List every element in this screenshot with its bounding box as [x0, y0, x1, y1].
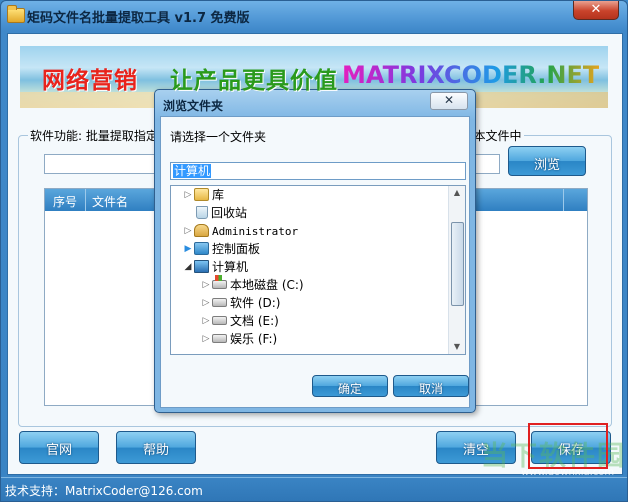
dialog-close-button[interactable]: ✕	[430, 92, 468, 110]
column-divider[interactable]	[563, 189, 564, 211]
expand-arrow-icon[interactable]: ▷	[201, 312, 211, 330]
column-header-filename[interactable]: 文件名	[92, 193, 128, 210]
banner-slogan-part1: 网络营销	[42, 68, 138, 94]
folder-path-field[interactable]: 计算机	[170, 162, 466, 180]
control-panel-icon	[194, 242, 209, 255]
tree-item-label: 计算机	[212, 260, 249, 274]
website-button[interactable]: 官网	[19, 431, 99, 464]
tree-item-label: Administrator	[212, 225, 299, 238]
app-folder-icon	[7, 5, 25, 23]
dialog-ok-button[interactable]: 确定	[312, 375, 388, 397]
tree-item-administrator[interactable]: ▷ Administrator	[183, 222, 298, 240]
drive-icon	[212, 316, 227, 325]
browse-folder-dialog: 浏览文件夹 ✕ 请选择一个文件夹 计算机 ▷ 库 回收站 ▷ Administrat…	[154, 89, 476, 413]
scroll-thumb[interactable]	[451, 222, 464, 306]
folder-path-selected-text: 计算机	[173, 164, 212, 178]
tree-item-label: 软件 (D:)	[230, 296, 281, 310]
save-highlight-box	[528, 423, 608, 469]
system-drive-icon	[212, 275, 227, 289]
tree-scrollbar[interactable]: ▲ ▼	[448, 186, 465, 354]
expand-arrow-icon[interactable]: ▷	[201, 330, 211, 348]
window-close-button[interactable]: ✕	[573, 1, 619, 20]
dialog-prompt: 请选择一个文件夹	[170, 130, 267, 144]
status-bar: 技术支持：MatrixCoder@126.com	[1, 477, 627, 501]
banner-slogan-part2: 让产品更具价值	[170, 68, 339, 94]
tree-item-drive-d[interactable]: ▷ 软件 (D:)	[201, 294, 281, 312]
tree-item-drive-f[interactable]: ▷ 娱乐 (F:)	[201, 330, 278, 348]
expand-arrow-icon[interactable]: ▷	[201, 276, 211, 294]
expand-arrow-icon[interactable]: ▷	[201, 294, 211, 312]
user-folder-icon	[194, 224, 209, 237]
tree-item-label: 文档 (E:)	[230, 314, 279, 328]
tree-item-recycle-bin[interactable]: 回收站	[183, 204, 247, 222]
scroll-up-arrow-icon[interactable]: ▲	[449, 186, 465, 200]
recycle-bin-icon	[196, 206, 208, 219]
tree-item-label: 回收站	[211, 206, 248, 220]
drive-icon	[212, 334, 227, 343]
dialog-cancel-label: 取消	[418, 382, 443, 396]
browse-button-label: 浏览	[533, 158, 560, 173]
banner-site-name: MATRIXCODER.NET	[342, 61, 600, 89]
title-bar[interactable]: 矩码文件名批量提取工具 v1.7 免费版 ✕	[1, 1, 627, 33]
banner-slogan: 网络营销 让产品更具价值	[42, 61, 338, 95]
tree-item-drive-c[interactable]: ▷ 本地磁盘 (C:)	[201, 275, 304, 294]
expand-arrow-icon[interactable]: ▷	[183, 222, 193, 240]
library-icon	[194, 188, 209, 201]
tree-item-label: 控制面板	[212, 242, 261, 256]
tree-item-control-panel[interactable]: ▶ 控制面板	[183, 240, 260, 258]
website-button-label: 官网	[45, 443, 72, 458]
window-title: 矩码文件名批量提取工具 v1.7 免费版	[27, 11, 250, 26]
tree-item-library[interactable]: ▷ 库	[183, 186, 224, 204]
main-window: 矩码文件名批量提取工具 v1.7 免费版 ✕ 网络营销 让产品更具价值 MATR…	[0, 0, 628, 502]
help-button-label: 帮助	[142, 443, 169, 458]
dialog-title: 浏览文件夹	[163, 99, 224, 113]
drive-icon	[212, 298, 227, 307]
expand-arrow-icon[interactable]: ▷	[183, 186, 193, 204]
expand-arrow-icon[interactable]: ▶	[183, 240, 193, 258]
scroll-down-arrow-icon[interactable]: ▼	[449, 340, 465, 354]
tree-item-computer[interactable]: ◢ 计算机	[183, 258, 248, 276]
column-header-index[interactable]: 序号	[53, 193, 77, 210]
dialog-ok-label: 确定	[337, 382, 362, 396]
collapse-arrow-icon[interactable]: ◢	[183, 258, 193, 276]
browse-button[interactable]: 浏览	[508, 146, 586, 176]
help-button[interactable]: 帮助	[116, 431, 196, 464]
folder-tree[interactable]: ▷ 库 回收站 ▷ Administrator ▶ 控制面板 ◢ 计算机 ▷ 本地磁盘 (…	[170, 185, 466, 355]
computer-icon	[194, 260, 209, 273]
dialog-body: 请选择一个文件夹 计算机 ▷ 库 回收站 ▷ Administrator ▶ 控制面板	[160, 116, 470, 408]
support-email: 技术支持：MatrixCoder@126.com	[5, 484, 203, 498]
dialog-cancel-button[interactable]: 取消	[393, 375, 469, 397]
tree-item-drive-e[interactable]: ▷ 文档 (E:)	[201, 312, 279, 330]
function-label-text: 软件功能: 批量提取指定	[30, 129, 158, 143]
tree-item-label: 本地磁盘 (C:)	[230, 278, 304, 292]
column-divider[interactable]	[85, 189, 86, 211]
tree-item-label: 娱乐 (F:)	[230, 332, 278, 346]
tree-item-label: 库	[212, 188, 225, 202]
